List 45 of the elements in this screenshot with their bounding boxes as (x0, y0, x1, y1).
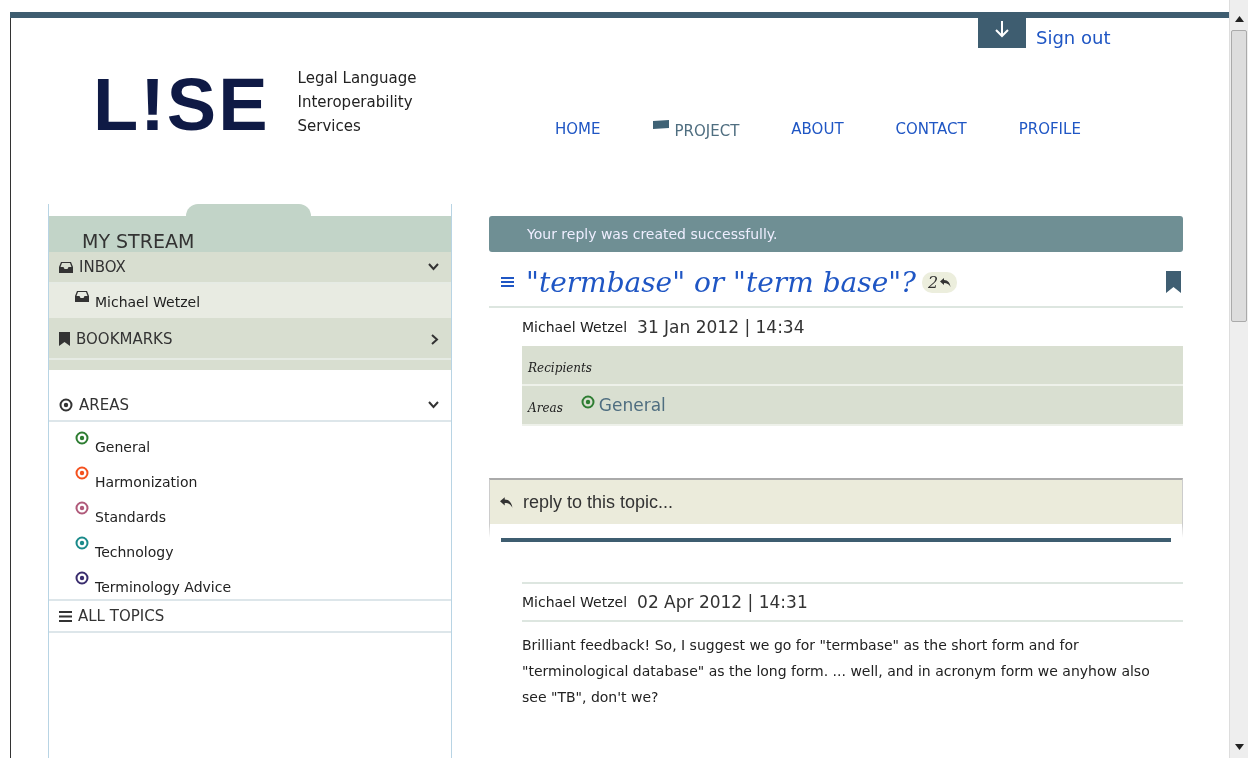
sidebar-item[interactable]: Harmonization (49, 457, 451, 492)
sidebar-item[interactable]: Standards (49, 492, 451, 527)
sidebar-item[interactable]: Technology (49, 527, 451, 562)
sidebar-section-header[interactable]: INBOX (49, 252, 451, 284)
sidebar-title: MY STREAM (82, 230, 195, 252)
author-name: Michael Wetzel (522, 594, 628, 610)
topic-title: "termbase" or "term base"? (526, 265, 917, 299)
inbox-icon (75, 290, 89, 302)
reply-count-badge: 2 (922, 271, 958, 293)
sidebar-item[interactable]: General (49, 422, 451, 457)
target-icon (59, 398, 73, 412)
list-icon (59, 610, 72, 622)
author-name: Michael Wetzel (522, 319, 628, 335)
download-icon[interactable] (978, 18, 1026, 48)
tagline-text: Legal Language (297, 68, 417, 89)
sign-out-link[interactable]: Sign out (1036, 26, 1111, 48)
nav-link[interactable]: ABOUT (791, 120, 844, 140)
bookmark-icon (59, 332, 70, 346)
sidebar-item[interactable]: Terminology Advice (49, 562, 451, 597)
menu-icon[interactable] (501, 277, 514, 287)
bookmark-icon[interactable] (1166, 271, 1181, 293)
field-label: Recipients (528, 361, 593, 375)
inbox-icon (59, 261, 73, 273)
reply-icon (500, 496, 513, 508)
scroll-up-icon[interactable] (1234, 16, 1244, 22)
sidebar-item[interactable]: Michael Wetzel (49, 284, 451, 318)
logo[interactable]: L!SE (93, 68, 270, 142)
reply-text: Brilliant feedback! So, I suggest we go for "termbase" as the short form and for "terminological database" as the long form. ... well, and in acronym form we anyhow also see "TB", don't we? (522, 636, 1151, 707)
nav-link[interactable]: PROJECT (652, 120, 740, 140)
field-label: Areas (528, 401, 563, 415)
nav-link[interactable]: PROFILE (1018, 120, 1081, 140)
tagline-text: Services (297, 116, 362, 137)
area-link[interactable]: General (598, 395, 666, 415)
flag-icon (652, 120, 669, 130)
nav-link[interactable]: CONTACT (895, 120, 967, 140)
scroll-down-icon[interactable] (1234, 744, 1244, 750)
scrollbar[interactable] (1229, 0, 1248, 758)
tagline-text: Interoperability (297, 92, 414, 113)
sidebar-section-header[interactable]: AREAS (49, 390, 451, 422)
sidebar-section-header[interactable]: BOOKMARKS (49, 318, 451, 370)
sidebar-section-header[interactable]: ALL TOPICS (49, 599, 451, 633)
post-date: 02 Apr 2012 | 14:31 (637, 592, 808, 612)
nav-link[interactable]: HOME (555, 120, 601, 140)
success-message: Your reply was created successfully. (489, 216, 1183, 252)
post-date: 31 Jan 2012 | 14:34 (637, 317, 805, 337)
